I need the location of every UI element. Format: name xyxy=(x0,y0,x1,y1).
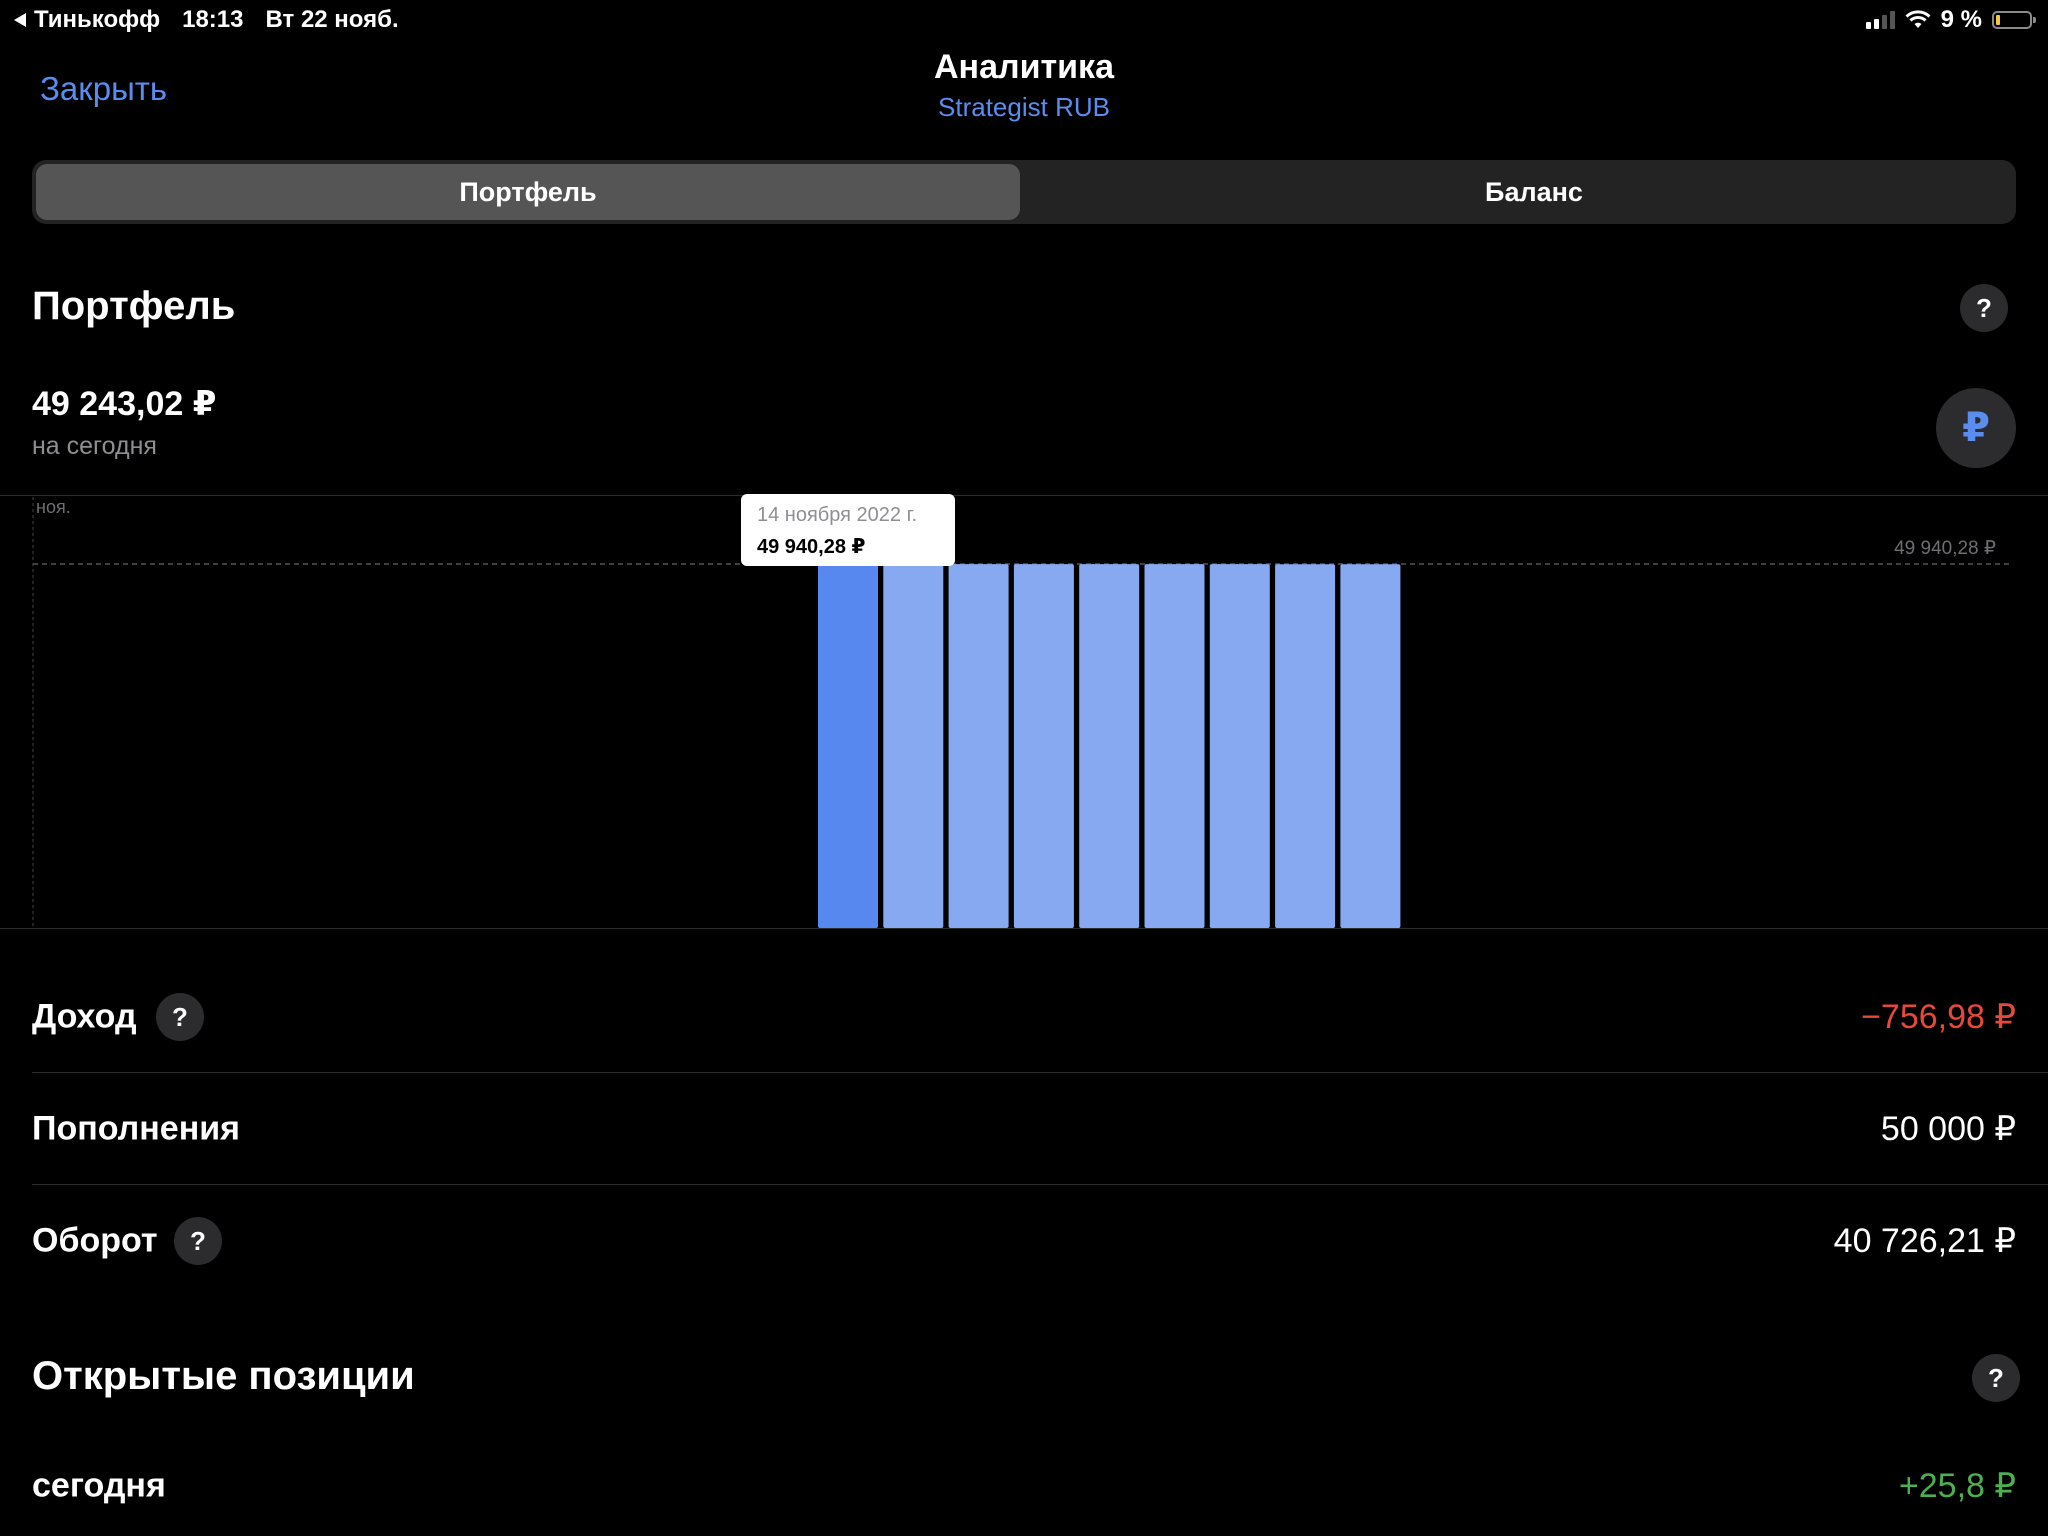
chart-bar xyxy=(1340,564,1401,928)
chart-x-label: ноя. xyxy=(36,497,71,517)
chart-bar xyxy=(948,564,1009,928)
page-title: Аналитика xyxy=(934,48,1114,86)
turnover-row: Оборот ? 40 726,21 ₽ xyxy=(32,1185,2016,1297)
chart-bar xyxy=(1079,564,1140,928)
positions-today-label: сегодня xyxy=(32,1466,166,1505)
chart-bar xyxy=(818,564,878,928)
positions-today-row: сегодня +25,8 ₽ xyxy=(32,1430,2016,1536)
ruble-icon: ₽ xyxy=(1962,406,1990,450)
chart-bar xyxy=(1013,564,1074,928)
question-icon: ? xyxy=(1988,1362,2004,1393)
chart-reference-label: 49 940,28 ₽ xyxy=(1894,538,1996,559)
turnover-label: Оборот xyxy=(32,1221,158,1260)
battery-percent: 9 % xyxy=(1940,6,1982,33)
deposits-row: Пополнения 50 000 ₽ xyxy=(32,1073,2016,1185)
back-arrow-icon xyxy=(14,13,26,27)
portfolio-value-caption: на сегодня xyxy=(32,432,157,460)
chart-tooltip: 14 ноября 2022 г. 49 940,28 ₽ xyxy=(741,494,955,566)
turnover-help-button[interactable]: ? xyxy=(174,1217,222,1265)
segmented-control: Портфель Баланс xyxy=(32,160,2016,224)
turnover-value: 40 726,21 ₽ xyxy=(1833,1222,2016,1260)
chart-bar xyxy=(1209,564,1270,928)
portfolio-value: 49 243,02 ₽ xyxy=(32,385,217,423)
currency-switch-button[interactable]: ₽ xyxy=(1936,388,2016,468)
open-positions-title: Открытые позиции xyxy=(32,1354,415,1398)
tab-portfolio[interactable]: Портфель xyxy=(36,164,1020,220)
tooltip-value: 49 940,28 ₽ xyxy=(757,536,866,558)
tooltip-date: 14 ноября 2022 г. xyxy=(757,504,917,526)
account-subtitle: Strategist RUB xyxy=(938,92,1110,122)
portfolio-chart[interactable]: ноя. 49 940,28 ₽ xyxy=(0,495,2048,929)
deposits-label: Пополнения xyxy=(32,1109,240,1148)
back-app-label: Тинькофф xyxy=(34,6,161,33)
chart-bar xyxy=(1275,564,1336,928)
tab-balance[interactable]: Баланс xyxy=(1056,164,2012,220)
back-to-app-link[interactable]: Тинькофф xyxy=(14,6,160,34)
income-row: Доход ? −756,98 ₽ xyxy=(32,961,2016,1073)
analytics-screen: Тинькофф 18:13 Вт 22 нояб. 9 % Закрыть А… xyxy=(0,0,2048,1536)
status-time: 18:13 xyxy=(182,6,244,33)
deposits-value: 50 000 ₽ xyxy=(1880,1110,2016,1148)
wifi-icon xyxy=(1905,10,1931,28)
cellular-signal-icon xyxy=(1865,11,1895,29)
portfolio-help-button[interactable]: ? xyxy=(1960,284,2008,332)
question-icon: ? xyxy=(1976,292,1992,323)
income-help-button[interactable]: ? xyxy=(156,993,204,1041)
income-value: −756,98 ₽ xyxy=(1861,998,2016,1036)
portfolio-chart-svg: ноя. 49 940,28 ₽ xyxy=(0,495,2048,929)
portfolio-title: Портфель xyxy=(32,284,236,328)
question-icon: ? xyxy=(172,1001,188,1032)
battery-icon xyxy=(1992,11,2036,29)
chart-bar xyxy=(883,564,944,928)
income-label: Доход xyxy=(32,997,137,1036)
chart-bar xyxy=(1144,564,1205,928)
open-positions-help-button[interactable]: ? xyxy=(1972,1354,2020,1402)
status-bar: Тинькофф 18:13 Вт 22 нояб. 9 % xyxy=(0,0,2048,40)
status-date: Вт 22 нояб. xyxy=(265,6,399,33)
positions-today-value: +25,8 ₽ xyxy=(1898,1467,2016,1505)
question-icon: ? xyxy=(190,1225,206,1256)
